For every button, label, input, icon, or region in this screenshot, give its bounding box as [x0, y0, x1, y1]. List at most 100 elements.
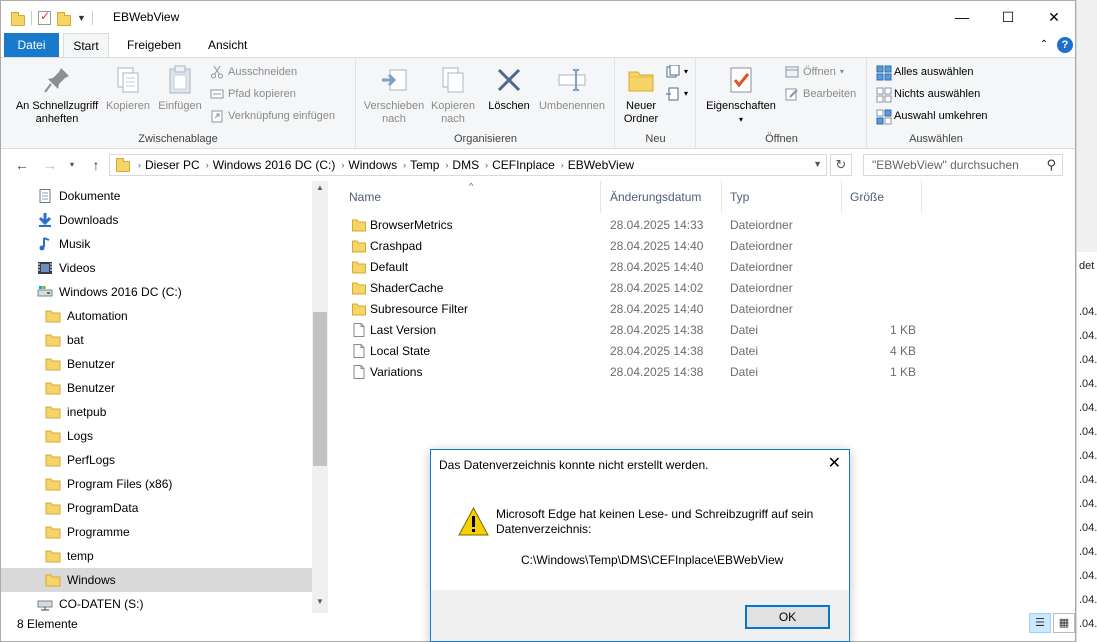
nav-item[interactable]: Logs [1, 424, 312, 448]
folder-icon [45, 501, 61, 515]
nav-item[interactable]: PerfLogs [1, 448, 312, 472]
open-button[interactable]: Öffnen ▾ [785, 62, 844, 82]
edit-button[interactable]: Bearbeiten [785, 84, 856, 104]
file-row[interactable]: Local State 28.04.2025 14:38 Datei 4 KB [341, 341, 961, 362]
copy-button[interactable]: Kopieren [103, 64, 153, 113]
file-row[interactable]: ShaderCache 28.04.2025 14:02 Dateiordner [341, 278, 961, 299]
pin-quick-access-button[interactable]: An Schnellzugriff anheften [9, 64, 105, 126]
cut-button[interactable]: Ausschneiden [210, 62, 297, 82]
nav-item[interactable]: temp [1, 544, 312, 568]
close-button[interactable]: ✕ [1031, 1, 1075, 33]
file-row[interactable]: Subresource Filter 28.04.2025 14:40 Dateio… [341, 299, 961, 320]
breadcrumb-item[interactable]: Dieser PC [141, 158, 206, 172]
search-input[interactable]: "EBWebView" durchsuchen ⚲ [863, 154, 1063, 176]
tab-file[interactable]: Datei [4, 33, 59, 57]
file-row[interactable]: Crashpad 28.04.2025 14:40 Dateiordner [341, 236, 961, 257]
new-folder-icon[interactable] [57, 11, 71, 26]
nav-item[interactable]: inetpub [1, 400, 312, 424]
copy-path-button[interactable]: Pfad kopieren [210, 84, 296, 104]
details-view-icon[interactable]: ☰ [1029, 613, 1051, 633]
tab-start[interactable]: Start [63, 33, 109, 58]
nav-item[interactable]: ProgramData [1, 496, 312, 520]
nav-item[interactable]: CO-DATEN (S:) [1, 592, 312, 613]
column-header-type[interactable]: Typ [722, 181, 842, 213]
properties-icon [725, 64, 757, 96]
navigation-pane: Dokumente Downloads Musik Videos Windows 201… [1, 181, 328, 613]
column-header-name[interactable]: Name [341, 181, 601, 213]
column-header-size[interactable]: Größe [842, 181, 922, 213]
properties-icon[interactable] [38, 9, 51, 25]
qat-dropdown-icon[interactable]: ▼ [77, 13, 86, 23]
new-folder-button[interactable]: Neuer Ordner [618, 64, 664, 126]
nav-scrollbar[interactable]: ▲ ▼ [312, 181, 328, 613]
properties-button[interactable]: Eigenschaften ▾ [703, 64, 779, 126]
folder-icon[interactable] [11, 11, 25, 26]
nav-item[interactable]: Programme [1, 520, 312, 544]
up-button[interactable]: ↑ [85, 155, 107, 175]
address-dropdown-icon[interactable]: ▼ [813, 159, 822, 169]
file-row[interactable]: Last Version 28.04.2025 14:38 Datei 1 KB [341, 320, 961, 341]
nav-item[interactable]: Musik [1, 232, 312, 256]
back-button[interactable]: ← [11, 155, 33, 175]
invert-selection-button[interactable]: Auswahl umkehren [876, 106, 988, 126]
breadcrumb-item[interactable]: Windows [344, 158, 403, 172]
new-item-button[interactable]: ▾ [666, 62, 688, 82]
folder-icon [45, 477, 61, 491]
move-to-button[interactable]: Verschieben nach [361, 64, 427, 126]
nav-item[interactable]: Windows 2016 DC (C:) [1, 280, 312, 304]
select-none-button[interactable]: Nichts auswählen [876, 84, 980, 104]
tab-view[interactable]: Ansicht [196, 33, 259, 57]
nav-item[interactable]: bat [1, 328, 312, 352]
scroll-up-icon[interactable]: ▲ [312, 183, 328, 192]
nav-item[interactable]: Dokumente [1, 184, 312, 208]
scroll-down-icon[interactable]: ▼ [312, 597, 328, 606]
breadcrumb-item[interactable]: CEFInplace [488, 158, 561, 172]
forward-button[interactable]: → [39, 155, 61, 175]
dialog-close-icon[interactable]: ✕ [828, 453, 841, 473]
copy-to-button[interactable]: Kopieren nach [427, 64, 479, 126]
help-icon[interactable]: ? [1057, 37, 1073, 53]
ribbon-collapse-icon[interactable]: ⌃ [1036, 37, 1052, 53]
nav-item[interactable]: Downloads [1, 208, 312, 232]
scroll-thumb[interactable] [313, 312, 327, 466]
file-icon [352, 365, 366, 379]
minimize-button[interactable]: — [939, 1, 985, 33]
file-name: Local State [370, 344, 431, 358]
copy-label: Kopieren [105, 100, 151, 112]
paste-shortcut-button[interactable]: Verknüpfung einfügen [210, 106, 335, 126]
refresh-button[interactable]: ↻ [830, 154, 852, 176]
address-bar[interactable]: › Dieser PC › Windows 2016 DC (C:) › Windows ›… [109, 154, 827, 176]
nav-item[interactable]: Videos [1, 256, 312, 280]
rename-button[interactable]: Umbenennen [535, 64, 609, 113]
large-icons-view-icon[interactable]: ▦ [1053, 613, 1075, 633]
ok-button[interactable]: OK [745, 605, 830, 629]
background-window-cell: .04.2 [1079, 450, 1097, 462]
file-row[interactable]: BrowserMetrics 28.04.2025 14:33 Dateiordne… [341, 215, 961, 236]
background-window-cell: .04.2 [1079, 618, 1097, 630]
tab-share[interactable]: Freigeben [115, 33, 193, 57]
nav-item[interactable]: Windows [1, 568, 312, 592]
group-select: Alles auswählen Nichts auswählen Auswahl… [868, 58, 1004, 148]
recent-locations-icon[interactable]: ▾ [61, 155, 83, 175]
nav-item[interactable]: Benutzer [1, 376, 312, 400]
easy-access-button[interactable]: ▾ [666, 84, 688, 104]
column-header-date[interactable]: Änderungsdatum [602, 181, 722, 213]
paste-button[interactable]: Einfügen [155, 64, 205, 113]
select-all-button[interactable]: Alles auswählen [876, 62, 974, 82]
folder-icon [45, 549, 61, 563]
file-date: 28.04.2025 14:33 [610, 218, 704, 232]
breadcrumb-item[interactable]: EBWebView [564, 158, 640, 172]
maximize-button[interactable]: ☐ [985, 1, 1031, 33]
file-row[interactable]: Default 28.04.2025 14:40 Dateiordner [341, 257, 961, 278]
nav-item[interactable]: Benutzer [1, 352, 312, 376]
breadcrumb-item[interactable]: Windows 2016 DC (C:) [209, 158, 342, 172]
nav-item[interactable]: Automation [1, 304, 312, 328]
file-date: 28.04.2025 14:40 [610, 302, 704, 316]
nav-item[interactable]: Program Files (x86) [1, 472, 312, 496]
breadcrumb-item[interactable]: DMS [448, 158, 485, 172]
nav-item-label: CO-DATEN (S:) [59, 597, 144, 611]
file-row[interactable]: Variations 28.04.2025 14:38 Datei 1 KB [341, 362, 961, 383]
breadcrumb-item[interactable]: Temp [406, 158, 445, 172]
nav-item-label: Program Files (x86) [67, 477, 173, 491]
delete-button[interactable]: Löschen [483, 64, 535, 113]
